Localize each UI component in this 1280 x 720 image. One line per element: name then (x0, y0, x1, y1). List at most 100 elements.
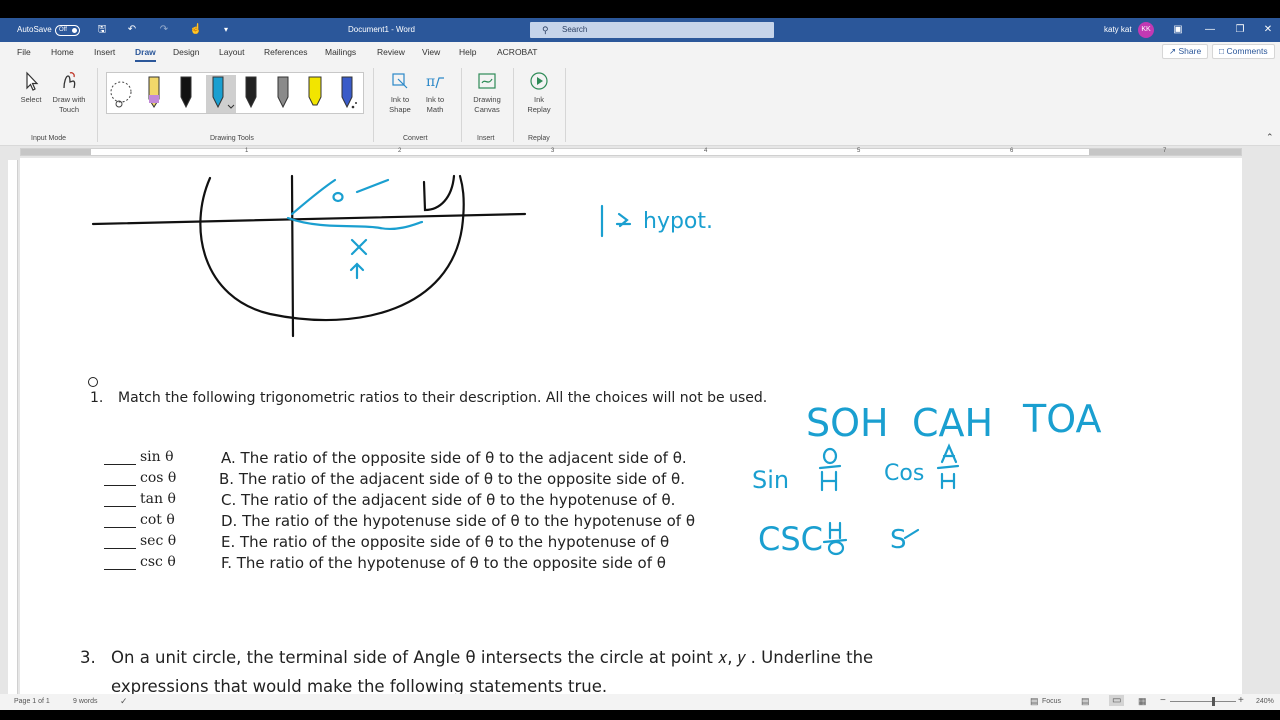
redo-icon[interactable]: ↷ (152, 18, 176, 42)
search-box[interactable]: ⚲ Search (530, 22, 774, 38)
match-choice: D. The ratio of the hypotenuse side of θ… (221, 512, 696, 530)
tab-design[interactable]: Design (173, 47, 199, 57)
tab-file[interactable]: File (17, 47, 31, 57)
list-marker-circle (88, 377, 98, 387)
restore-icon[interactable]: ❐ (1228, 18, 1252, 42)
tab-view[interactable]: View (422, 47, 440, 57)
ink-replay-label: Ink Replay (527, 95, 551, 114)
autosave-toggle[interactable]: Off (55, 25, 80, 36)
share-button[interactable]: ↗ Share (1162, 44, 1209, 59)
tab-mailings[interactable]: Mailings (325, 47, 356, 57)
answer-blank[interactable] (104, 533, 136, 549)
web-layout-icon[interactable]: ▦ (1138, 696, 1147, 707)
comments-button[interactable]: □ Comments (1212, 44, 1275, 59)
answer-blank[interactable] (104, 449, 136, 465)
black-pen-icon[interactable] (174, 75, 198, 113)
tab-draw[interactable]: Draw (135, 47, 156, 62)
teal-pen-icon[interactable] (206, 75, 236, 113)
focus-label[interactable]: Focus (1042, 698, 1061, 705)
search-placeholder: Search (562, 25, 588, 34)
yellow-highlighter-icon[interactable] (303, 75, 327, 113)
tab-references[interactable]: References (264, 47, 307, 57)
page-count[interactable]: Page 1 of 1 (14, 698, 50, 705)
ink-to-math-button[interactable]: π Ink to Math (420, 70, 450, 115)
drawing-canvas-label: Drawing Canvas (473, 95, 501, 114)
tab-layout[interactable]: Layout (219, 47, 245, 57)
collapse-ribbon-icon[interactable]: ⌃ (1266, 132, 1274, 143)
ruler-number: 7 (1163, 148, 1167, 154)
draw-with-touch-label: Draw with Touch (52, 95, 86, 114)
question-1-text: Match the following trigonometric ratios… (118, 390, 768, 406)
focus-icon[interactable]: ▤ (1030, 696, 1039, 707)
minimize-icon[interactable]: — (1198, 18, 1222, 42)
select-button[interactable]: Select (16, 70, 46, 105)
drawing-tools-group-label: Drawing Tools (210, 135, 254, 142)
read-mode-icon[interactable]: ▤ (1081, 696, 1090, 707)
ruler-number: 1 (245, 148, 249, 154)
tab-review[interactable]: Review (377, 47, 405, 57)
group-separator (373, 68, 374, 142)
vertical-ruler[interactable] (8, 160, 18, 694)
ruler-number: 2 (398, 148, 402, 154)
drawing-canvas-icon (478, 73, 496, 89)
pencil-icon[interactable] (142, 75, 166, 113)
ink-s: S (890, 525, 907, 555)
ruler-track: 1 2 3 4 5 6 7 (20, 148, 1242, 156)
zoom-in-icon[interactable]: + (1238, 695, 1244, 706)
answer-blank[interactable] (104, 512, 136, 528)
question-1-number: 1. (90, 390, 104, 406)
ruler-number: 4 (704, 148, 708, 154)
word-count[interactable]: 9 words (73, 698, 98, 705)
avatar[interactable]: KK (1138, 22, 1154, 38)
ruler-number: 5 (857, 148, 861, 154)
ink-sin: Sin (752, 466, 789, 494)
ink-toa: TOA (1022, 397, 1101, 441)
ribbon-tabs: File Home Insert Draw Design Layout Refe… (0, 42, 1280, 62)
customize-qat-icon[interactable]: ▾ (214, 18, 238, 42)
zoom-out-icon[interactable]: − (1160, 695, 1166, 706)
tab-help[interactable]: Help (459, 47, 476, 57)
undo-icon[interactable]: ↶ (120, 18, 144, 42)
ink-hypot: hypot. (643, 209, 713, 234)
ribbon-display-icon[interactable]: ▣ (1166, 18, 1190, 42)
insert-group-label: Insert (477, 135, 495, 142)
draw-with-touch-button[interactable]: Draw with Touch (49, 70, 89, 115)
ink-soh: SOH (806, 401, 889, 445)
user-name[interactable]: katy kat (1104, 18, 1132, 42)
drawing-canvas-button[interactable]: Drawing Canvas (468, 70, 506, 115)
input-mode-group-label: Input Mode (31, 135, 67, 142)
touch-mode-icon[interactable]: ☝ (184, 18, 208, 42)
question-3-number: 3. (80, 648, 96, 667)
trig-function: cot θ (140, 512, 175, 528)
horizontal-ruler[interactable]: 1 2 3 4 5 6 7 (0, 146, 1280, 158)
ink-replay-icon (530, 72, 548, 90)
answer-blank[interactable] (104, 491, 136, 507)
ink-to-shape-label: Ink to Shape (389, 95, 411, 114)
tab-insert[interactable]: Insert (94, 47, 115, 57)
document-page[interactable]: hypot. SOH CAH TOA Sin Cos CSC S 1. Matc… (20, 158, 1242, 694)
trig-function: sin θ (140, 449, 174, 465)
proofing-icon[interactable]: ✓ (120, 696, 128, 707)
lasso-select-icon[interactable] (109, 75, 133, 113)
tab-home[interactable]: Home (51, 47, 74, 57)
close-icon[interactable]: ✕ (1256, 18, 1280, 42)
print-layout-icon[interactable]: ▭ (1109, 695, 1125, 706)
trig-function: tan θ (140, 491, 176, 507)
replay-group-label: Replay (528, 135, 550, 142)
answer-blank[interactable] (104, 470, 136, 486)
word-window: AutoSave Off 🖫 ↶ ↷ ☝ ▾ Document1 - Word … (0, 18, 1280, 710)
zoom-slider[interactable] (1170, 701, 1236, 702)
question-3-line-1: On a unit circle, the terminal side of A… (111, 648, 874, 667)
zoom-slider-thumb[interactable] (1212, 697, 1215, 706)
black-pen-2-icon[interactable] (239, 75, 263, 113)
galaxy-pen-icon[interactable] (335, 75, 359, 113)
zoom-level[interactable]: 240% (1256, 698, 1274, 705)
ink-to-shape-button[interactable]: Ink to Shape (384, 70, 416, 115)
cursor-icon (26, 71, 39, 91)
answer-blank[interactable] (104, 554, 136, 570)
save-icon[interactable]: 🖫 (90, 18, 114, 42)
tab-acrobat[interactable]: ACROBAT (497, 47, 537, 57)
pen-gallery[interactable] (106, 72, 364, 114)
grey-pen-icon[interactable] (271, 75, 295, 113)
ink-replay-button[interactable]: Ink Replay (524, 70, 554, 115)
